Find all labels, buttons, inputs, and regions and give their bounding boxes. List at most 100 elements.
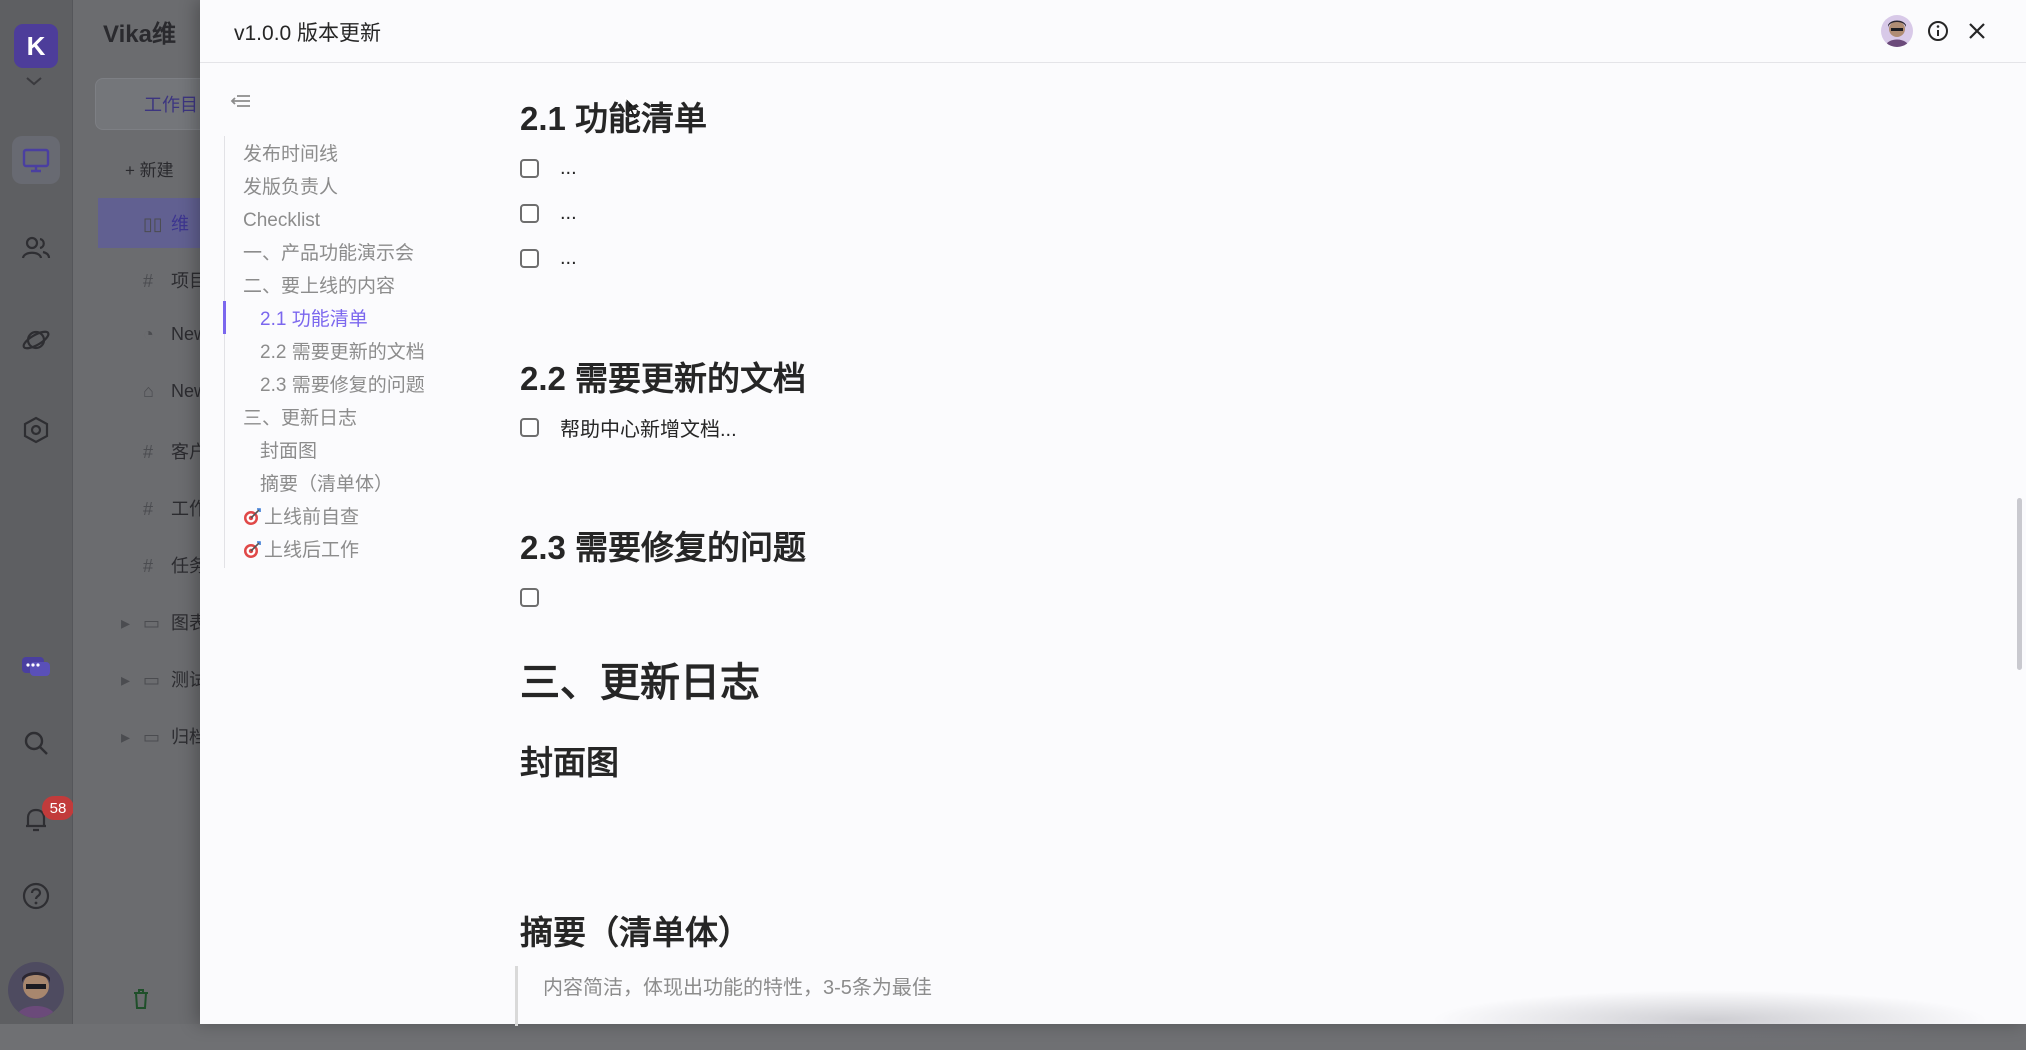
sidebar-item[interactable]: # 客户	[143, 438, 207, 464]
outline-item-label: 发版负责人	[243, 177, 339, 198]
caret-right-icon: ▸	[121, 670, 131, 690]
hash-icon: #	[143, 271, 154, 291]
outline-item[interactable]: 发布时间线	[243, 142, 338, 168]
release-notes-modal: v1.0.0 版本更新 发布时间线发版负责人 Checklist 一、产品功能演示会…	[200, 0, 2026, 1050]
robot-icon: ⌂	[143, 381, 154, 401]
heading-2-2: 2.2 需要更新的文档	[520, 360, 807, 397]
todo-text[interactable]: 帮助中心新增文档...	[560, 413, 737, 442]
book-icon: ▯▯	[143, 214, 163, 234]
todo-checkbox[interactable]	[520, 417, 539, 437]
heading-cover: 封面图	[520, 744, 619, 781]
app-rail: K 58	[0, 0, 74, 1024]
outline-item[interactable]: 二、要上线的内容	[243, 274, 395, 300]
trash-icon[interactable]	[131, 988, 151, 1010]
outline-item[interactable]: Checklist	[243, 208, 320, 234]
scrollbar-thumb[interactable]	[2017, 498, 2022, 670]
folder-icon: ▭	[143, 670, 161, 690]
outline-item-label: 上线前自查	[264, 507, 360, 528]
outline-item-label: 三、更新日志	[243, 408, 358, 429]
hash-icon: #	[143, 442, 154, 462]
outline-item-label: 发布时间线	[243, 144, 339, 165]
heading-2-1: 2.1 功能清单	[520, 100, 708, 137]
workspace-title: Vika维	[103, 21, 176, 48]
dart-icon	[244, 508, 261, 525]
sidebar-folder[interactable]: ▸ ▭ 测试	[121, 666, 207, 692]
outline-active-indicator	[223, 301, 226, 334]
heading-summary: 摘要（清单体）	[520, 914, 751, 951]
workspace-sidebar: Vika维 工作目 + 新建 ▯▯ 维 # 项目 ◔ New ⌂ New # 客户 # 工作…	[73, 0, 258, 1024]
outline-item[interactable]: 一、产品功能演示会	[243, 241, 414, 267]
close-icon[interactable]	[1963, 17, 1991, 45]
quote-text[interactable]: 内容简洁，体现出功能的特性，3-5条为最佳	[543, 966, 1415, 1010]
heading-2-3: 2.3 需要修复的问题	[520, 529, 807, 566]
bottom-fade	[1430, 990, 1990, 1050]
document-outline: 发布时间线发版负责人 Checklist 一、产品功能演示会 二、要上线的内容 2.1 …	[200, 64, 500, 1024]
outline-item-label: 2.2 需要更新的文档	[260, 342, 425, 363]
planet-icon[interactable]	[18, 322, 54, 358]
outline-item[interactable]: 封面图	[260, 439, 317, 465]
outline-item-label: 上线后工作	[264, 540, 360, 561]
todo-item: 帮助中心新增文档...	[520, 412, 737, 442]
hash-icon: #	[143, 556, 154, 576]
modal-header: v1.0.0 版本更新	[200, 0, 2026, 63]
sidebar-folder[interactable]: ▸ ▭ 归档	[121, 723, 207, 749]
sidebar-item[interactable]: # 工作	[143, 495, 207, 521]
todo-checkbox[interactable]	[520, 158, 539, 178]
todo-checkbox[interactable]	[520, 203, 539, 223]
outline-item-label: 2.3 需要修复的问题	[260, 375, 425, 396]
outline-track	[224, 136, 225, 568]
new-node-button[interactable]: + 新建	[125, 156, 174, 181]
todo-text[interactable]: ...	[560, 157, 577, 180]
summary-quote: 内容简洁，体现出功能的特性，3-5条为最佳	[515, 966, 1415, 1026]
outline-item-label: 摘要（清单体）	[260, 474, 394, 495]
modal-title: v1.0.0 版本更新	[234, 22, 382, 45]
outline-item[interactable]: 2.3 需要修复的问题	[260, 373, 425, 399]
todo-text[interactable]: ...	[560, 202, 577, 225]
folder-icon: ▭	[143, 727, 161, 747]
todo-checkbox[interactable]	[520, 587, 539, 607]
todo-item: ...	[520, 153, 577, 183]
sidebar-folder[interactable]: ▸ ▭ 图表	[121, 609, 207, 635]
help-icon[interactable]	[18, 878, 54, 914]
chat-icon[interactable]	[18, 650, 54, 686]
settings-hex-icon[interactable]	[18, 412, 54, 448]
todo-checkbox[interactable]	[520, 248, 539, 268]
outline-item[interactable]: 2.1 功能清单	[260, 307, 368, 333]
outline-item-label: 2.1 功能清单	[260, 309, 368, 330]
sidebar-item[interactable]: ◔ New	[143, 324, 207, 345]
caret-right-icon: ▸	[121, 613, 131, 633]
heading-changelog: 三、更新日志	[520, 661, 760, 705]
outline-item-label: 封面图	[260, 441, 318, 462]
gauge-icon: ◔	[143, 324, 154, 344]
outline-item-label: 二、要上线的内容	[243, 276, 396, 297]
info-icon[interactable]	[1924, 17, 1952, 45]
sidebar-item[interactable]: ▯▯ 维	[143, 210, 189, 236]
todo-item	[520, 582, 560, 612]
outline-item[interactable]: 发版负责人	[243, 175, 338, 201]
sidebar-item[interactable]: ⌂ New	[143, 381, 207, 402]
outline-item[interactable]: 2.2 需要更新的文档	[260, 340, 425, 366]
outline-item[interactable]: 摘要（清单体）	[260, 472, 393, 498]
sidebar-item[interactable]: # 任务	[143, 552, 207, 578]
user-avatar[interactable]	[8, 962, 64, 1018]
folder-icon: ▭	[143, 613, 161, 633]
document-body: 2.1 功能清单 ... ... ... 2.2 需要更新的文档 帮助中心新增文…	[515, 64, 1960, 1026]
todo-item: ...	[520, 198, 577, 228]
app-logo[interactable]: K	[14, 24, 58, 68]
collaborator-avatar[interactable]	[1881, 15, 1913, 47]
collapse-outline-icon[interactable]	[230, 92, 252, 110]
outline-item[interactable]: 上线前自查	[243, 505, 359, 531]
chevron-down-icon[interactable]	[24, 74, 44, 88]
search-icon[interactable]	[18, 725, 54, 761]
todo-text[interactable]: ...	[560, 247, 577, 270]
outline-item-label: 一、产品功能演示会	[243, 243, 415, 264]
sidebar-item[interactable]: # 项目	[143, 267, 207, 293]
dart-icon	[244, 541, 261, 558]
todo-item: ...	[520, 243, 577, 273]
users-icon[interactable]	[18, 230, 54, 266]
notification-badge: 58	[42, 796, 74, 820]
outline-item-label: Checklist	[243, 210, 321, 231]
outline-item[interactable]: 上线后工作	[243, 538, 359, 564]
outline-item[interactable]: 三、更新日志	[243, 406, 357, 432]
monitor-icon[interactable]	[18, 142, 54, 178]
